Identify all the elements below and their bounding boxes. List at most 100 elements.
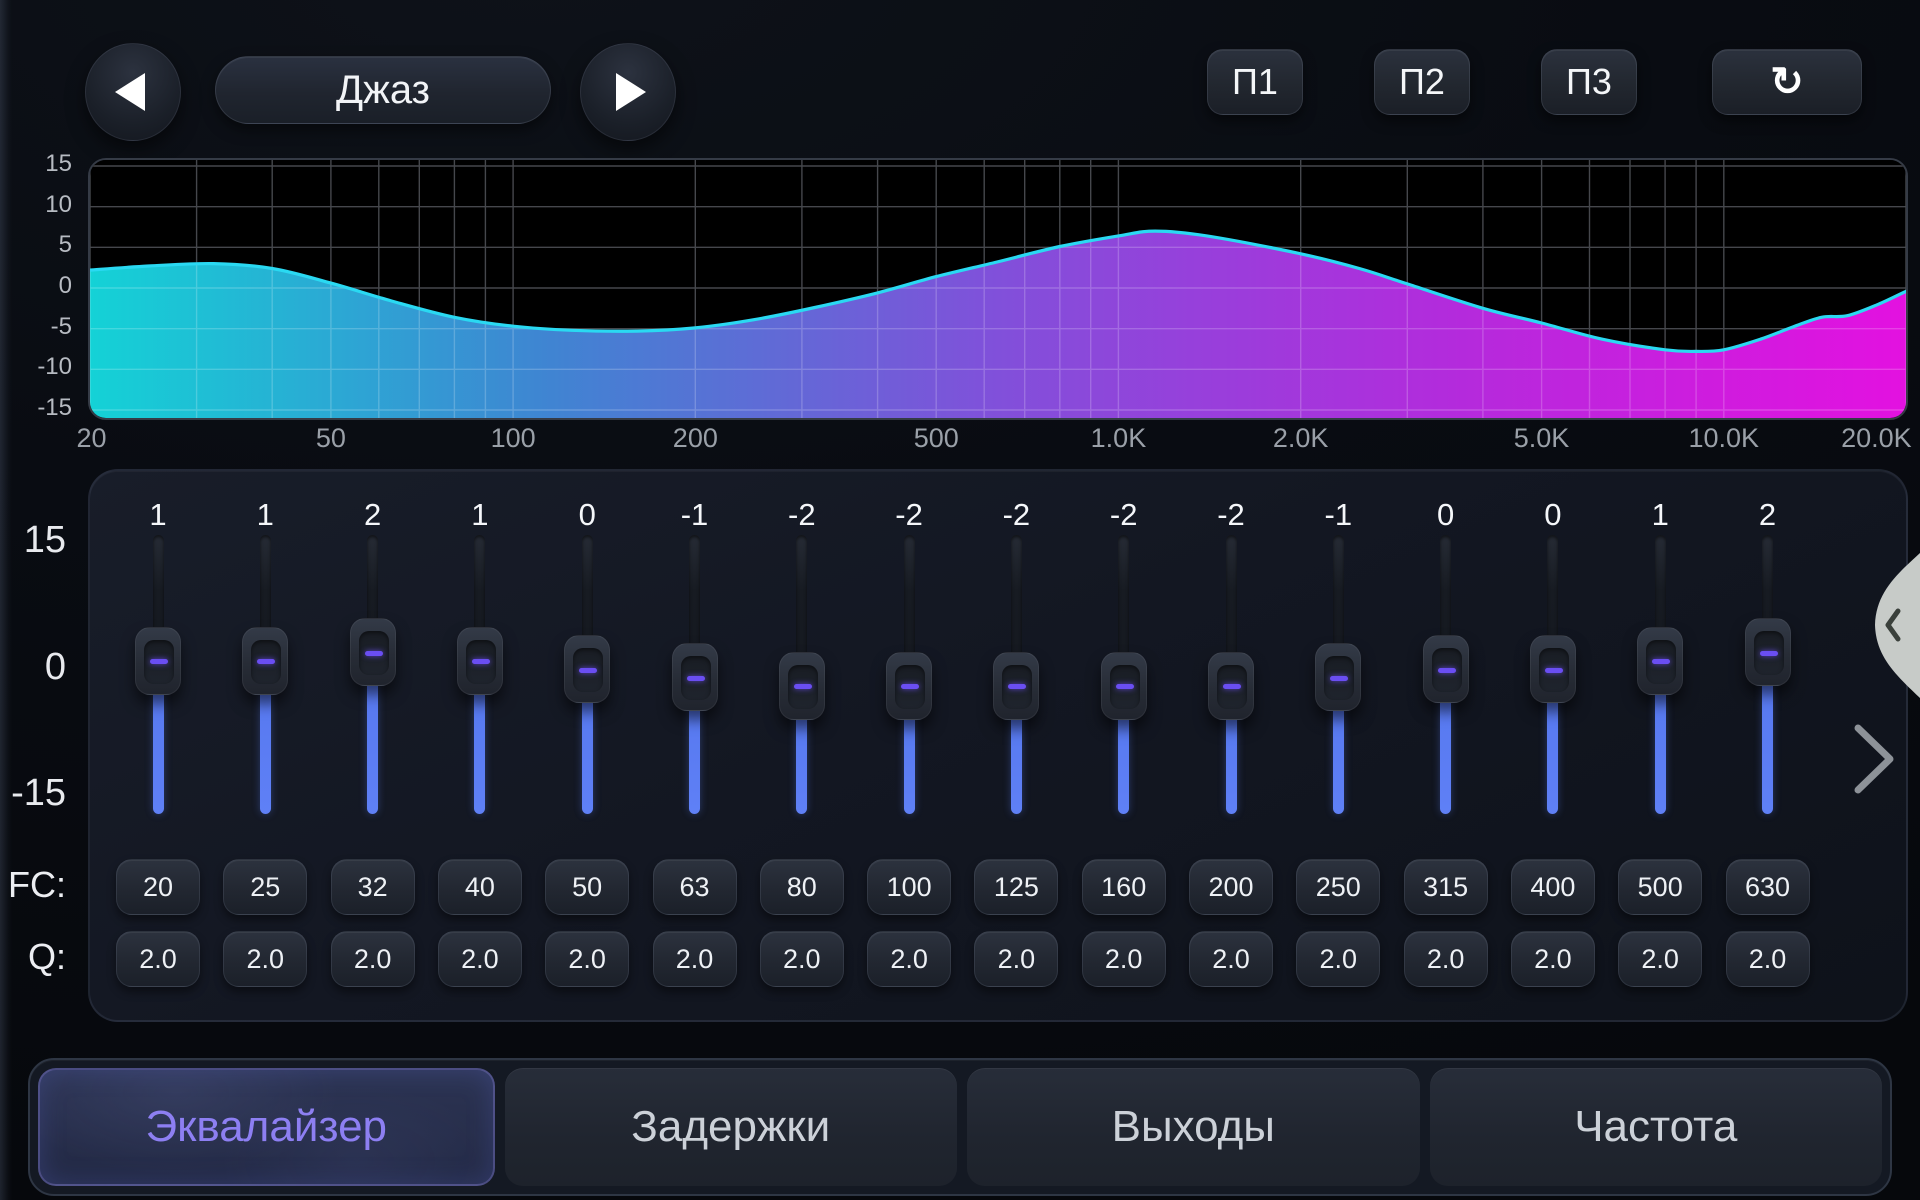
q-button-400[interactable]: 2.0 [1511,931,1595,987]
preset-slot-button-П3[interactable]: П3 [1541,49,1637,115]
tab-Задержки[interactable]: Задержки [505,1068,958,1186]
fc-button-315[interactable]: 315 [1404,859,1488,915]
q-button-100[interactable]: 2.0 [867,931,951,987]
q-button-160[interactable]: 2.0 [1082,931,1166,987]
right-triangle-icon [616,73,646,111]
fc-button-500[interactable]: 500 [1618,859,1702,915]
fc-button-40[interactable]: 40 [438,859,522,915]
slider-thumb[interactable] [457,627,503,695]
freq-tick-label: 20.0K [1841,422,1912,454]
slider-scale-max: 15 [0,520,66,560]
gain-slider-500hz[interactable] [1637,535,1683,814]
gain-slider-40hz[interactable] [457,535,503,814]
slider-thumb[interactable] [1530,635,1576,703]
q-button-200[interactable]: 2.0 [1189,931,1273,987]
fc-button-32[interactable]: 32 [331,859,415,915]
q-button-40[interactable]: 2.0 [438,931,522,987]
fc-button-50[interactable]: 50 [545,859,629,915]
gain-slider-25hz[interactable] [242,535,288,814]
gain-slider-80hz[interactable] [779,535,825,814]
q-button-80[interactable]: 2.0 [760,931,844,987]
fc-row-label: FC: [0,865,66,905]
fc-button-400[interactable]: 400 [1511,859,1595,915]
freq-tick-label: 1.0K [1091,422,1147,454]
q-button-32[interactable]: 2.0 [331,931,415,987]
fc-button-630[interactable]: 630 [1726,859,1810,915]
slider-thumb[interactable] [135,627,181,695]
reset-button[interactable]: ↻ [1712,49,1862,115]
slider-thumb[interactable] [1423,635,1469,703]
slider-thumb[interactable] [242,627,288,695]
slider-thumb-dash [472,659,490,664]
gain-slider-200hz[interactable] [1208,535,1254,814]
tab-Выходы[interactable]: Выходы [967,1068,1420,1186]
gain-slider-32hz[interactable] [350,535,396,814]
band-gain-value: -2 [859,497,959,533]
fc-button-160[interactable]: 160 [1082,859,1166,915]
slider-thumb[interactable] [1637,627,1683,695]
freq-tick-label: 200 [673,422,718,454]
slider-thumb[interactable] [564,635,610,703]
slider-thumb[interactable] [1745,618,1791,686]
slider-thumb[interactable] [1208,652,1254,720]
gain-slider-315hz[interactable] [1423,535,1469,814]
slider-thumb[interactable] [1101,652,1147,720]
q-button-630[interactable]: 2.0 [1726,931,1810,987]
eq-band-315hz: 0 315 2.0 [1396,471,1496,1024]
left-edge-highlight [0,0,12,1200]
band-gain-value: -2 [966,497,1066,533]
preset-name-button[interactable]: Джаз [215,56,551,124]
q-button-250[interactable]: 2.0 [1296,931,1380,987]
gain-slider-100hz[interactable] [886,535,932,814]
fc-button-20[interactable]: 20 [116,859,200,915]
q-button-20[interactable]: 2.0 [116,931,200,987]
freq-tick-label: 10.0K [1688,422,1759,454]
band-gain-value: 0 [1396,497,1496,533]
freq-tick-label: 5.0K [1514,422,1570,454]
gain-slider-160hz[interactable] [1101,535,1147,814]
side-panel-handle[interactable] [1862,553,1920,698]
band-gain-value: 1 [1610,497,1710,533]
gain-slider-400hz[interactable] [1530,535,1576,814]
next-bands-chevron-icon[interactable] [1852,724,1898,794]
preset-slot-button-П1[interactable]: П1 [1207,49,1303,115]
preset-next-button[interactable] [580,43,676,141]
gain-slider-63hz[interactable] [672,535,718,814]
freq-tick-label: 100 [491,422,536,454]
q-button-50[interactable]: 2.0 [545,931,629,987]
q-button-315[interactable]: 2.0 [1404,931,1488,987]
fc-button-125[interactable]: 125 [974,859,1058,915]
gain-slider-50hz[interactable] [564,535,610,814]
fc-button-80[interactable]: 80 [760,859,844,915]
freq-tick-label: 20 [76,422,106,454]
slider-thumb[interactable] [779,652,825,720]
tab-Частота[interactable]: Частота [1430,1068,1883,1186]
slider-thumb[interactable] [672,643,718,711]
fc-button-100[interactable]: 100 [867,859,951,915]
fc-button-25[interactable]: 25 [223,859,307,915]
q-button-125[interactable]: 2.0 [974,931,1058,987]
slider-thumb[interactable] [993,652,1039,720]
slider-thumb-dash [1545,668,1563,673]
gain-slider-250hz[interactable] [1315,535,1361,814]
gain-slider-20hz[interactable] [135,535,181,814]
db-tick-label: -10 [0,352,72,382]
gain-slider-630hz[interactable] [1745,535,1791,814]
q-button-63[interactable]: 2.0 [653,931,737,987]
slider-thumb[interactable] [350,618,396,686]
fc-button-250[interactable]: 250 [1296,859,1380,915]
fc-button-200[interactable]: 200 [1189,859,1273,915]
preset-prev-button[interactable] [85,43,181,141]
band-gain-value: 1 [430,497,530,533]
band-gain-value: 2 [1718,497,1818,533]
slider-thumb[interactable] [886,652,932,720]
db-tick-label: -5 [0,312,72,342]
tab-Эквалайзер[interactable]: Эквалайзер [38,1068,495,1186]
q-button-500[interactable]: 2.0 [1618,931,1702,987]
q-button-25[interactable]: 2.0 [223,931,307,987]
fc-button-63[interactable]: 63 [653,859,737,915]
preset-slot-button-П2[interactable]: П2 [1374,49,1470,115]
slider-thumb[interactable] [1315,643,1361,711]
gain-slider-125hz[interactable] [993,535,1039,814]
slider-scale-min: -15 [0,773,66,813]
